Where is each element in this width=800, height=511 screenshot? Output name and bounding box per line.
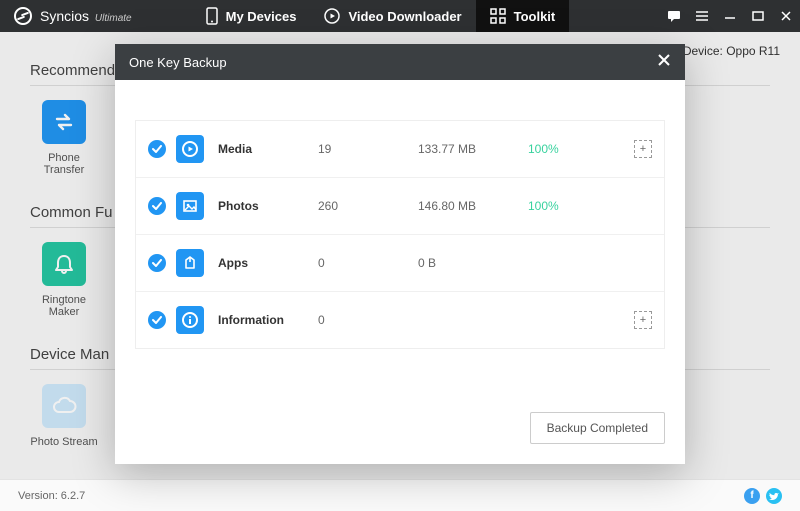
brand-variant: Ultimate [95,13,132,24]
backup-modal: One Key Backup Media19133.77 MB100%+Phot… [115,44,685,464]
check-icon[interactable] [148,311,166,329]
twitter-icon[interactable] [766,488,782,504]
backup-list: Media19133.77 MB100%+Photos260146.80 MB1… [135,120,665,349]
phone-icon [206,7,218,25]
expand-button[interactable]: + [634,311,652,329]
titlebar: Syncios Ultimate My Devices Video Downlo… [0,0,800,32]
nav-label: Video Downloader [348,9,461,24]
logo-icon [14,7,32,25]
backup-row-photos[interactable]: Photos260146.80 MB100% [136,178,664,235]
facebook-icon[interactable]: f [744,488,760,504]
row-progress: 100% [528,199,588,213]
brand-name: Syncios [40,8,89,24]
maximize-button[interactable] [744,0,772,32]
check-icon[interactable] [148,197,166,215]
row-size: 133.77 MB [418,142,528,156]
check-icon[interactable] [148,140,166,158]
modal-close-button[interactable] [657,53,671,72]
chat-icon[interactable] [660,0,688,32]
grid-icon [490,8,506,24]
nav-label: Toolkit [514,9,556,24]
backup-row-media[interactable]: Media19133.77 MB100% + [136,121,664,178]
version-text: Version: 6.2.7 [18,490,85,502]
row-size: 146.80 MB [418,199,528,213]
check-icon[interactable] [148,254,166,272]
window-controls [660,0,800,32]
row-label: Media [218,142,318,156]
nav-video-downloader[interactable]: Video Downloader [310,0,475,32]
row-progress: 100% [528,142,588,156]
minimize-button[interactable] [716,0,744,32]
row-count: 260 [318,199,418,213]
row-label: Information [218,313,318,327]
play-circle-icon [324,8,340,24]
nav-label: My Devices [226,9,297,24]
play-icon [176,135,204,163]
modal-title: One Key Backup [129,55,227,70]
menu-icon[interactable] [688,0,716,32]
backup-completed-button[interactable]: Backup Completed [530,412,665,444]
row-label: Photos [218,199,318,213]
modal-header: One Key Backup [115,44,685,80]
row-count: 0 [318,313,418,327]
row-count: 0 [318,256,418,270]
info-icon [176,306,204,334]
backup-row-information[interactable]: Information0 + [136,292,664,348]
main-nav: My Devices Video Downloader Toolkit [192,0,570,32]
row-count: 19 [318,142,418,156]
footer: Version: 6.2.7 f [0,479,800,511]
nav-my-devices[interactable]: My Devices [192,0,311,32]
nav-toolkit[interactable]: Toolkit [476,0,570,32]
backup-row-apps[interactable]: Apps00 B [136,235,664,292]
photo-icon [176,192,204,220]
modal-overlay: One Key Backup Media19133.77 MB100%+Phot… [0,32,800,479]
row-size: 0 B [418,256,528,270]
close-button[interactable] [772,0,800,32]
row-label: Apps [218,256,318,270]
expand-button[interactable]: + [634,140,652,158]
apps-icon [176,249,204,277]
logo: Syncios Ultimate [0,0,132,32]
